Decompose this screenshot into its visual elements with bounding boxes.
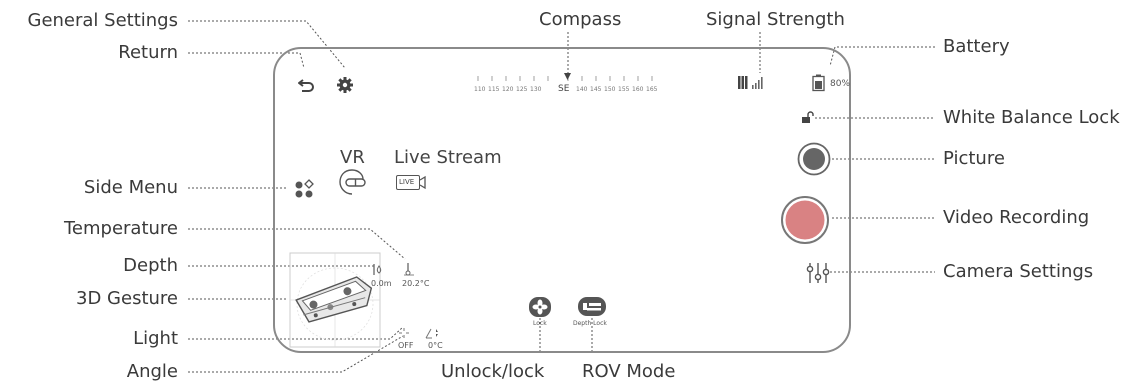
- live-badge: LIVE: [399, 178, 415, 186]
- compass-tick: 140: [576, 86, 588, 93]
- callout-depth: Depth: [123, 255, 178, 276]
- temperature-icon: [404, 263, 414, 276]
- callout-temperature: Temperature: [63, 218, 178, 239]
- compass-ruler: [477, 73, 653, 81]
- callout-compass: Compass: [539, 9, 622, 30]
- compass-tick: 125: [516, 86, 528, 93]
- compass-heading: SE: [558, 84, 570, 94]
- live-stream-label: Live Stream: [394, 147, 502, 168]
- callout-battery: Battery: [943, 36, 1010, 57]
- lock-label: Lock: [533, 320, 547, 327]
- unlock-icon[interactable]: [529, 297, 551, 317]
- callout-return: Return: [118, 42, 178, 63]
- rov-3d-model-icon[interactable]: [289, 252, 381, 348]
- temperature-value: 20.2°C: [402, 279, 430, 288]
- callout-white-balance-lock: White Balance Lock: [943, 107, 1120, 128]
- callout-unlock-lock: Unlock/lock: [441, 361, 545, 382]
- compass-tick: 150: [604, 86, 616, 93]
- battery-percent: 80%: [830, 79, 851, 89]
- compass-tick: 110: [474, 86, 486, 93]
- callout-side-menu: Side Menu: [83, 177, 178, 198]
- compass-tick: 145: [590, 86, 602, 93]
- callout-angle: Angle: [126, 361, 178, 382]
- compass-tick: 160: [632, 86, 644, 93]
- depth-lock-label: Depth Lock: [573, 320, 607, 327]
- depth-lock-icon[interactable]: [578, 297, 606, 316]
- light-value: OFF: [398, 341, 414, 350]
- compass-needle-icon: [564, 73, 571, 80]
- compass-tick: 130: [530, 86, 542, 93]
- callout-light: Light: [133, 328, 178, 349]
- callout-signal-strength: Signal Strength: [706, 9, 845, 30]
- picture-button[interactable]: [797, 142, 831, 176]
- depth-icon: [373, 264, 382, 275]
- callout-rov-mode: ROV Mode: [582, 361, 676, 382]
- callout-picture: Picture: [943, 148, 1005, 169]
- live-stream-icon[interactable]: LIVE: [396, 175, 420, 190]
- light-icon: [399, 328, 409, 338]
- live-stream-icon-tail: [419, 175, 426, 190]
- angle-value: 0°C: [428, 341, 443, 350]
- callout-video-recording: Video Recording: [943, 207, 1090, 228]
- depth-value: 0.0m: [371, 279, 392, 288]
- callout-camera-settings: Camera Settings: [943, 261, 1094, 282]
- compass-tick: 165: [646, 86, 658, 93]
- camera-settings-icon[interactable]: [806, 262, 830, 284]
- gear-icon[interactable]: [336, 76, 354, 94]
- side-menu-icon[interactable]: [294, 178, 316, 200]
- battery-icon: [812, 74, 825, 92]
- compass-tick: 155: [618, 86, 630, 93]
- callout-general-settings: General Settings: [27, 10, 179, 31]
- compass-tick: 115: [488, 86, 500, 93]
- return-icon[interactable]: [297, 76, 317, 94]
- padlock-icon[interactable]: [801, 111, 815, 124]
- signal-icon: [738, 76, 763, 89]
- video-record-button[interactable]: [780, 195, 830, 245]
- compass-tick: 120: [502, 86, 514, 93]
- vr-headset-icon[interactable]: [337, 168, 369, 196]
- callout-3d-gesture: 3D Gesture: [76, 288, 178, 309]
- vr-label: VR: [340, 147, 365, 168]
- angle-icon: [425, 328, 438, 339]
